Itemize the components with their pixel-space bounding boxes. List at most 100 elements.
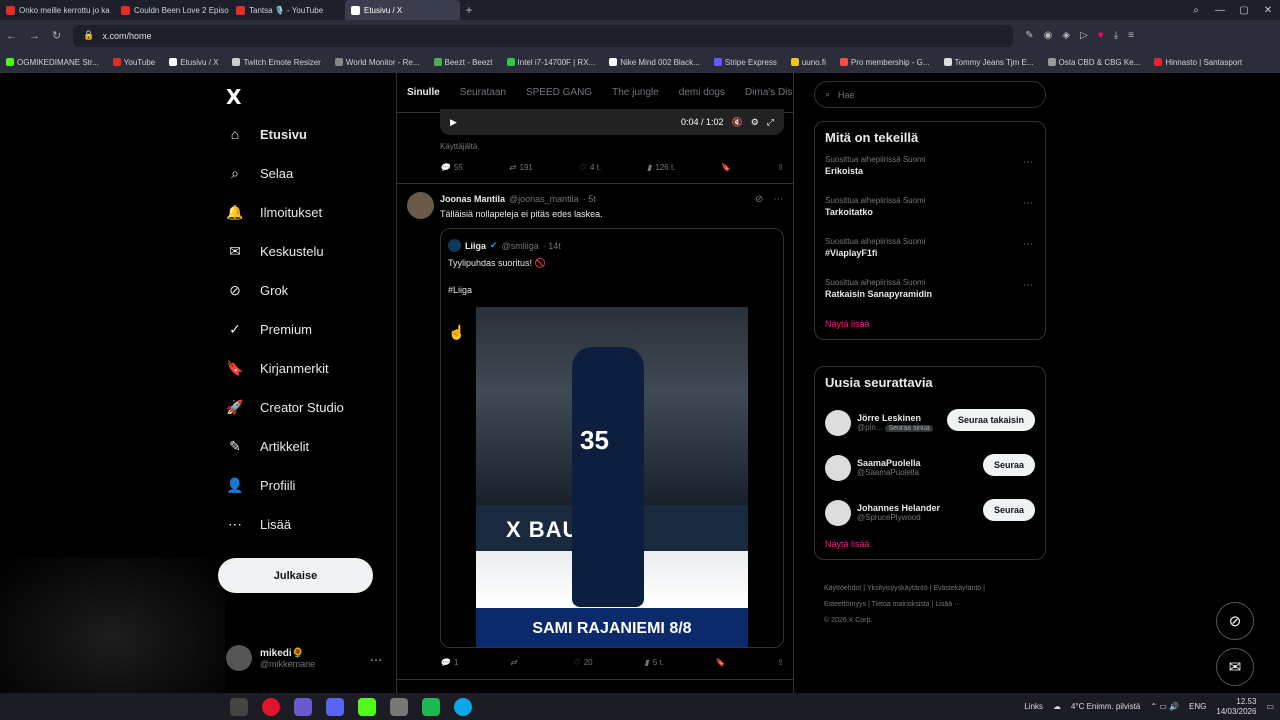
opera-icon[interactable] xyxy=(262,697,280,716)
sidebar-item-grok[interactable]: ⊘ Grok xyxy=(226,282,288,299)
reply-button[interactable]: 💬 55 xyxy=(440,163,463,172)
more-icon[interactable]: ⋯ xyxy=(773,194,783,205)
share-button[interactable]: ⇪ xyxy=(777,163,784,172)
like-button[interactable]: ♡ 4 t. xyxy=(579,163,601,172)
sidebar-item-lisää[interactable]: ⋯ Lisää xyxy=(226,516,291,533)
camera-icon[interactable]: ◉ xyxy=(1044,30,1053,41)
footer-line[interactable]: Käyttöehdot | Yksityisyyskäytäntö | Eväs… xyxy=(824,581,1048,597)
bookmark-item[interactable]: Pro membership - G... xyxy=(839,58,930,67)
tray-icons[interactable]: ⌃ ▭ 🔊 xyxy=(1150,702,1179,711)
sidebar-item-profiili[interactable]: 👤 Profiili xyxy=(226,477,295,494)
grok-icon[interactable]: ⊘ xyxy=(755,194,763,205)
show-more-link[interactable]: Näytä lisää xyxy=(815,319,1045,339)
bookmark-item[interactable]: Twitch Emote Resizer xyxy=(232,58,321,67)
heart-icon[interactable]: ♥ xyxy=(1098,30,1104,41)
more-icon[interactable]: ⋯ xyxy=(1023,239,1033,250)
sidebar-item-artikkelit[interactable]: ✎ Artikkelit xyxy=(226,438,309,455)
share-button[interactable]: ⇪ xyxy=(777,658,784,667)
app-icon[interactable] xyxy=(358,697,376,716)
reload-icon[interactable]: ↻ xyxy=(52,29,61,42)
edge-icon[interactable] xyxy=(454,697,472,716)
trend-item[interactable]: Suosittua aihepiirissä Suomi Tarkoitatko ⋯ xyxy=(815,196,1045,237)
play-icon[interactable]: ▶ xyxy=(450,117,457,128)
settings-icon[interactable]: ⚙ xyxy=(751,117,759,128)
sidebar-item-kirjanmerkit[interactable]: 🔖 Kirjanmerkit xyxy=(226,360,328,377)
more-icon[interactable]: ⋯ xyxy=(370,653,382,667)
close-icon[interactable]: ✕ xyxy=(1256,5,1280,16)
account-switcher[interactable]: mikedi🌻 @mikkemane xyxy=(226,645,315,671)
repost-button[interactable]: ⇄ 191 xyxy=(509,163,533,172)
bookmark-item[interactable]: Beezt - Beezt xyxy=(433,58,493,67)
tab-the-jungle[interactable]: The jungle xyxy=(612,87,659,98)
more-icon[interactable]: ⋯ xyxy=(1023,198,1033,209)
mute-icon[interactable]: 🔇 xyxy=(732,117,743,128)
bookmark-button[interactable]: 🔖 xyxy=(716,658,726,667)
fullscreen-icon[interactable]: ⤢ xyxy=(767,117,774,128)
show-more-link[interactable]: Näytä lisää xyxy=(815,539,1045,559)
tab-demi-dogs[interactable]: demi dogs xyxy=(679,87,725,98)
tab-sinulle[interactable]: Sinulle xyxy=(407,87,440,98)
messages-fab-button[interactable]: ✉ xyxy=(1216,648,1254,686)
browser-tab[interactable]: Couldn Been Love 2 Episo xyxy=(115,0,230,20)
bookmark-item[interactable]: Stripe Express xyxy=(713,58,777,67)
notifications-icon[interactable]: ▭ xyxy=(1266,702,1274,711)
x-logo[interactable]: X xyxy=(226,85,241,109)
edit-icon[interactable]: ✎ xyxy=(1025,30,1033,41)
follow-button[interactable]: Seuraa xyxy=(982,454,1035,476)
weather-text[interactable]: 4°C Enimm. pilvistä xyxy=(1071,702,1140,711)
repost-button[interactable]: ⇄ xyxy=(510,658,521,667)
bookmark-item[interactable]: Etusivu / X xyxy=(169,58,218,67)
bookmark-item[interactable]: Intel i7-14700F | RX... xyxy=(506,58,595,67)
more-icon[interactable]: ⋯ xyxy=(1023,157,1033,168)
browser-tab[interactable]: Tantsa 🎙️ - YouTube xyxy=(230,0,345,20)
tweet-time[interactable]: · 5t xyxy=(583,194,596,204)
browser-tab[interactable]: Onko meille kerrottu jo ka xyxy=(0,0,115,20)
minimize-icon[interactable]: — xyxy=(1208,5,1232,16)
app-icon[interactable] xyxy=(422,697,440,716)
app-icon[interactable] xyxy=(294,697,312,716)
more-icon[interactable]: ⋯ xyxy=(1023,280,1033,291)
avatar[interactable] xyxy=(407,192,434,219)
clock[interactable]: 12.53 14/03/2026 xyxy=(1216,697,1256,717)
bookmark-button[interactable]: 🔖 xyxy=(721,163,731,172)
links-label[interactable]: Links xyxy=(1024,702,1043,711)
sidebar-item-creator-studio[interactable]: 🚀 Creator Studio xyxy=(226,399,344,416)
trend-item[interactable]: Suosittua aihepiirissä Suomi #ViaplayF1fi… xyxy=(815,237,1045,278)
sidebar-item-etusivu[interactable]: ⌂ Etusivu xyxy=(226,126,307,142)
follow-button[interactable]: Seuraa xyxy=(982,499,1035,521)
menu-icon[interactable]: ≡ xyxy=(1128,30,1134,41)
trend-item[interactable]: Suosittua aihepiirissä Suomi Erikoista ⋯ xyxy=(815,155,1045,196)
suggested-user[interactable]: Johannes Helander @SprucePlywood Seuraa xyxy=(815,490,1045,535)
suggested-user[interactable]: SaamaPuolella @SaamaPuolella Seuraa xyxy=(815,445,1045,490)
maximize-icon[interactable]: ▢ xyxy=(1232,5,1256,16)
tab-seurataan[interactable]: Seurataan xyxy=(460,87,506,98)
grok-fab-button[interactable]: ⊘ xyxy=(1216,602,1254,640)
tab-speed-gang[interactable]: SPEED GANG xyxy=(526,87,592,98)
trend-item[interactable]: Suosittua aihepiirissä Suomi Ratkaisin Sa… xyxy=(815,278,1045,319)
download-icon[interactable]: ⤓ xyxy=(1114,30,1118,41)
bookmark-item[interactable]: Nike Mind 002 Black... xyxy=(609,58,700,67)
tweet-image[interactable]: X BAUER 35 SAMI RAJANIEMI 8/8 xyxy=(476,307,748,647)
bookmark-item[interactable]: OGMIKEDIMANE Str... xyxy=(6,58,99,67)
url-field[interactable]: 🔒 x.com/home xyxy=(73,24,1014,47)
discord-icon[interactable] xyxy=(326,697,344,716)
sidebar-item-selaa[interactable]: ⌕ Selaa xyxy=(226,165,293,182)
bookmark-item[interactable]: Tommy Jeans Tjm E... xyxy=(943,58,1034,67)
bookmark-item[interactable]: Osta CBD & CBG Ke... xyxy=(1047,58,1140,67)
play-icon[interactable]: ▷ xyxy=(1080,30,1088,41)
search-icon[interactable]: ⌕ xyxy=(1184,5,1208,16)
post-button[interactable]: Julkaise xyxy=(218,558,373,593)
quoted-tweet[interactable]: Liiga ✔ @smliiga · 14t Tyylipuhdas suori… xyxy=(440,228,784,648)
bookmark-item[interactable]: YouTube xyxy=(112,58,155,67)
forward-icon[interactable]: → xyxy=(29,30,40,42)
new-tab-button[interactable]: + xyxy=(460,3,478,17)
language-indicator[interactable]: ENG xyxy=(1189,702,1206,711)
sidebar-item-ilmoitukset[interactable]: 🔔 Ilmoitukset xyxy=(226,204,322,221)
reply-button[interactable]: 💬 1 xyxy=(440,658,458,667)
windows-icon[interactable] xyxy=(230,697,248,716)
follow-button[interactable]: Seuraa takaisin xyxy=(946,409,1035,431)
sidebar-item-keskustelu[interactable]: ✉ Keskustelu xyxy=(226,243,323,260)
views-button[interactable]: ▮ 5 t. xyxy=(644,658,664,667)
bookmark-item[interactable]: Hinnasto | Santasport xyxy=(1154,58,1242,67)
bookmark-item[interactable]: uuno.fi xyxy=(790,58,826,67)
